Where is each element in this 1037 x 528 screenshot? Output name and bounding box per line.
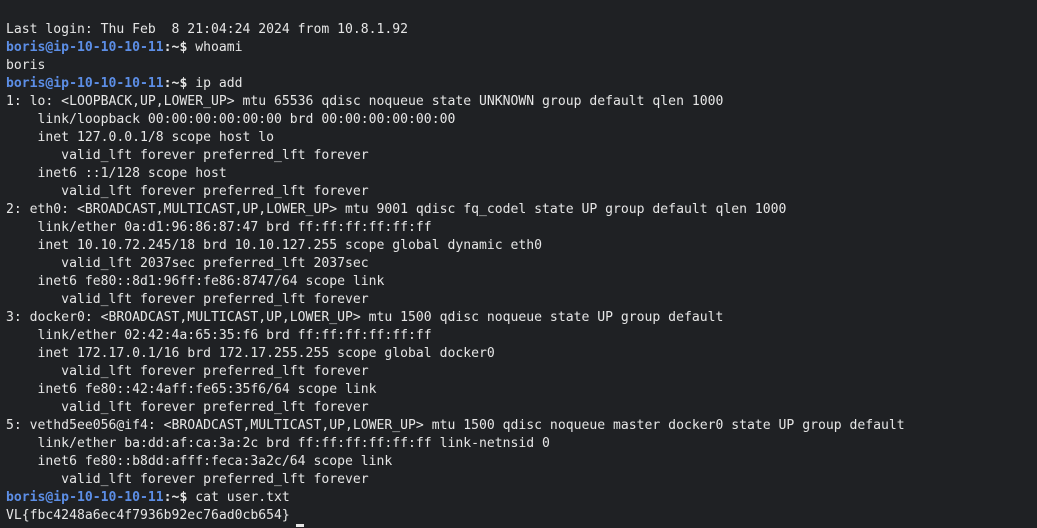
output-text: inet6 fe80::8d1:96ff:fe86:8747/64 scope … xyxy=(6,274,385,289)
output-line: valid_lft forever preferred_lft forever xyxy=(6,471,1037,489)
command-line: boris@ip-10-10-10-11:~$ ip add xyxy=(6,75,1037,93)
output-text: valid_lft forever preferred_lft forever xyxy=(6,292,369,307)
output-line: inet 10.10.72.245/18 brd 10.10.127.255 s… xyxy=(6,237,1037,255)
output-line: inet6 fe80::42:4aff:fe65:35f6/64 scope l… xyxy=(6,381,1037,399)
output-line: inet6 fe80::b8dd:afff:feca:3a2c/64 scope… xyxy=(6,453,1037,471)
output-text: VL{fbc4248a6ec4f7936b92ec76ad0cb654} xyxy=(6,508,290,523)
output-text: valid_lft 2037sec preferred_lft 2037sec xyxy=(6,256,369,271)
output-line: link/ether 02:42:4a:65:35:f6 brd ff:ff:f… xyxy=(6,327,1037,345)
output-line: link/ether 0a:d1:96:86:87:47 brd ff:ff:f… xyxy=(6,219,1037,237)
prompt-separator: :~$ xyxy=(163,76,188,91)
output-line: link/loopback 00:00:00:00:00:00 brd 00:0… xyxy=(6,111,1037,129)
output-text: valid_lft forever preferred_lft forever xyxy=(6,472,369,487)
output-text: valid_lft forever preferred_lft forever xyxy=(6,364,369,379)
output-line: 3: docker0: <BROADCAST,MULTICAST,UP,LOWE… xyxy=(6,309,1037,327)
output-text: valid_lft forever preferred_lft forever xyxy=(6,400,369,415)
command-line: boris@ip-10-10-10-11:~$ whoami xyxy=(6,39,1037,57)
output-line: inet6 ::1/128 scope host xyxy=(6,165,1037,183)
output-text: valid_lft forever preferred_lft forever xyxy=(6,184,369,199)
output-text: valid_lft forever preferred_lft forever xyxy=(6,148,369,163)
output-text: link/loopback 00:00:00:00:00:00 brd 00:0… xyxy=(6,112,456,127)
output-line: link/ether ba:dd:af:ca:3a:2c brd ff:ff:f… xyxy=(6,435,1037,453)
output-text: inet6 ::1/128 scope host xyxy=(6,166,227,181)
command-text: ip add xyxy=(187,76,243,91)
output-text: link/ether 0a:d1:96:86:87:47 brd ff:ff:f… xyxy=(6,220,432,235)
output-line: inet 127.0.0.1/8 scope host lo xyxy=(6,129,1037,147)
output-text: boris xyxy=(6,58,46,73)
output-text: Last login: Thu Feb 8 21:04:24 2024 from… xyxy=(6,22,409,37)
output-line: valid_lft forever preferred_lft forever xyxy=(6,183,1037,201)
output-text: inet 10.10.72.245/18 brd 10.10.127.255 s… xyxy=(6,238,543,253)
output-line: 1: lo: <LOOPBACK,UP,LOWER_UP> mtu 65536 … xyxy=(6,93,1037,111)
output-line: valid_lft 2037sec preferred_lft 2037sec xyxy=(6,255,1037,273)
output-text: link/ether 02:42:4a:65:35:f6 brd ff:ff:f… xyxy=(6,328,432,343)
text-cursor xyxy=(295,524,304,527)
output-text: inet 127.0.0.1/8 scope host lo xyxy=(6,130,275,145)
terminal-window[interactable]: Last login: Thu Feb 8 21:04:24 2024 from… xyxy=(0,0,1037,528)
output-text: 5: vethd5ee056@if4: <BROADCAST,MULTICAST… xyxy=(6,418,905,433)
output-line: inet 172.17.0.1/16 brd 172.17.255.255 sc… xyxy=(6,345,1037,363)
output-text: 1: lo: <LOOPBACK,UP,LOWER_UP> mtu 65536 … xyxy=(6,94,724,109)
output-line: 2: eth0: <BROADCAST,MULTICAST,UP,LOWER_U… xyxy=(6,201,1037,219)
output-line: Last login: Thu Feb 8 21:04:24 2024 from… xyxy=(6,21,1037,39)
command-text: whoami xyxy=(187,40,243,55)
prompt-separator: :~$ xyxy=(163,490,188,505)
output-text: 2: eth0: <BROADCAST,MULTICAST,UP,LOWER_U… xyxy=(6,202,787,217)
output-line: boris xyxy=(6,57,1037,75)
output-line: VL{fbc4248a6ec4f7936b92ec76ad0cb654} xyxy=(6,507,1037,527)
output-line: valid_lft forever preferred_lft forever xyxy=(6,147,1037,165)
prompt-user-host: boris@ip-10-10-10-11 xyxy=(6,76,164,91)
prompt-user-host: boris@ip-10-10-10-11 xyxy=(6,490,164,505)
output-text: inet 172.17.0.1/16 brd 172.17.255.255 sc… xyxy=(6,346,495,361)
command-text: cat user.txt xyxy=(187,490,290,505)
output-text: link/ether ba:dd:af:ca:3a:2c brd ff:ff:f… xyxy=(6,436,550,451)
output-line: inet6 fe80::8d1:96ff:fe86:8747/64 scope … xyxy=(6,273,1037,291)
output-text: inet6 fe80::42:4aff:fe65:35f6/64 scope l… xyxy=(6,382,377,397)
output-line: valid_lft forever preferred_lft forever xyxy=(6,363,1037,381)
prompt-user-host: boris@ip-10-10-10-11 xyxy=(6,40,164,55)
command-line: boris@ip-10-10-10-11:~$ cat user.txt xyxy=(6,489,1037,507)
output-line: valid_lft forever preferred_lft forever xyxy=(6,399,1037,417)
terminal-output: Last login: Thu Feb 8 21:04:24 2024 from… xyxy=(6,21,1037,527)
output-line: valid_lft forever preferred_lft forever xyxy=(6,291,1037,309)
output-text: 3: docker0: <BROADCAST,MULTICAST,UP,LOWE… xyxy=(6,310,724,325)
prompt-separator: :~$ xyxy=(163,40,188,55)
output-line: 5: vethd5ee056@if4: <BROADCAST,MULTICAST… xyxy=(6,417,1037,435)
output-text: inet6 fe80::b8dd:afff:feca:3a2c/64 scope… xyxy=(6,454,393,469)
